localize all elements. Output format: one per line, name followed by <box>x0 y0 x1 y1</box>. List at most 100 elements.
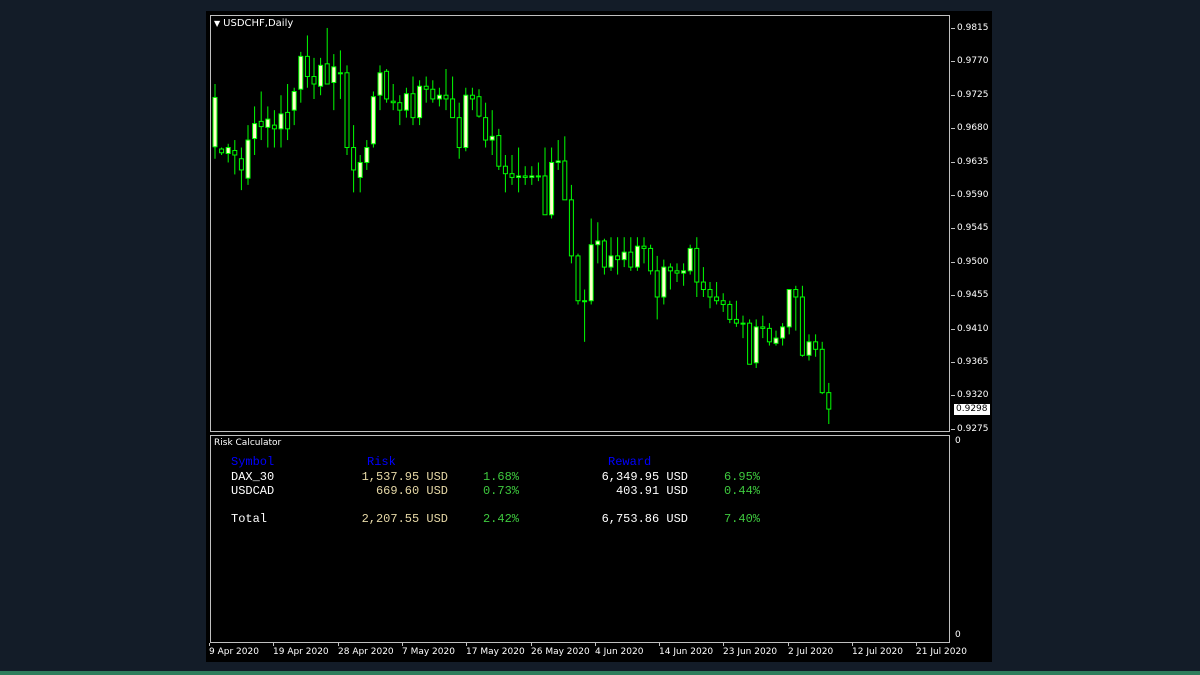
candle <box>370 91 376 148</box>
price-chart[interactable]: ▼ USDCHF,Daily <box>210 15 950 432</box>
price-label: 0.9770 <box>957 56 989 67</box>
candle <box>357 155 363 193</box>
total-risk-amount: 2,207.55 USD <box>361 512 448 526</box>
candle <box>740 315 746 339</box>
bear-candle-body <box>232 150 238 156</box>
bull-candle-body <box>377 72 383 96</box>
candle <box>634 237 640 271</box>
candle <box>694 237 700 297</box>
price-tick <box>951 28 955 29</box>
candle <box>469 87 475 111</box>
candle <box>318 57 324 96</box>
triangle-down-icon[interactable]: ▼ <box>214 19 220 28</box>
candle <box>351 125 357 193</box>
candle <box>819 341 825 395</box>
bull-candle-body <box>252 123 258 140</box>
bear-candle-body <box>568 199 574 257</box>
time-tick <box>466 643 467 646</box>
candle <box>681 263 687 286</box>
bear-candle-body <box>760 326 766 329</box>
price-scale[interactable]: 0.9298 0.9815 0.9770 0.9725 0.9680 0.9635 0.9… <box>951 15 992 435</box>
time-tick <box>723 643 724 646</box>
chart-symbol-title[interactable]: ▼ USDCHF,Daily <box>214 18 293 29</box>
candle <box>621 237 627 268</box>
bear-candle-body <box>522 175 528 178</box>
bear-candle-body <box>476 96 482 117</box>
bear-candle-body <box>648 247 654 272</box>
candle <box>733 300 739 327</box>
candle <box>232 140 238 175</box>
bear-candle-body <box>483 117 489 141</box>
row-risk-percent: 0.73% <box>482 484 519 498</box>
bull-candle-body <box>555 160 561 163</box>
candle <box>219 147 225 155</box>
candle <box>747 319 753 365</box>
candle <box>608 237 614 271</box>
bear-candle-body <box>766 327 772 343</box>
candle <box>780 323 786 346</box>
bear-candle-body <box>509 173 515 178</box>
time-label: 26 May 2020 <box>531 647 590 657</box>
bull-candle-body <box>278 113 284 130</box>
candle <box>344 65 350 155</box>
candle <box>707 282 713 309</box>
total-reward-amount: 6,753.86 USD <box>601 512 688 526</box>
candle <box>397 95 403 126</box>
candle <box>766 323 772 346</box>
price-label: 0.9410 <box>957 323 989 334</box>
price-tick <box>951 295 955 297</box>
candle <box>687 244 693 275</box>
bull-candle-body <box>516 175 522 178</box>
bear-candle-body <box>502 165 508 175</box>
time-tick <box>531 643 532 646</box>
time-tick <box>595 643 596 646</box>
candle <box>727 300 733 324</box>
header-reward: Reward <box>608 455 652 469</box>
bull-candle-body <box>634 245 640 268</box>
price-label: 0.9635 <box>957 156 989 167</box>
candle <box>813 334 819 357</box>
bull-candle-body <box>786 289 792 328</box>
time-label: 12 Jul 2020 <box>852 647 903 657</box>
price-tick <box>951 61 955 63</box>
bull-candle-body <box>417 85 423 119</box>
bear-candle-body <box>799 296 805 356</box>
bull-candle-body <box>265 118 271 128</box>
candle <box>476 89 482 118</box>
price-tick <box>951 94 955 96</box>
indicator-scale-top: 0 <box>955 436 961 446</box>
bear-candle-body <box>694 247 700 283</box>
candle <box>364 140 370 170</box>
bull-candle-body <box>549 161 555 216</box>
bull-candle-body <box>403 93 409 111</box>
candlestick-plot <box>212 27 832 425</box>
risk-calculator-window[interactable]: Risk Calculator <box>210 435 950 643</box>
time-label: 23 Jun 2020 <box>723 647 778 657</box>
header-risk: Risk <box>367 455 396 469</box>
bull-candle-body <box>357 161 363 178</box>
candle <box>582 289 588 342</box>
status-strip <box>0 671 1200 675</box>
bear-candle-body <box>733 318 739 324</box>
bear-candle-body <box>813 341 819 350</box>
candle <box>285 84 291 141</box>
candle <box>390 84 396 111</box>
bull-candle-body <box>595 240 601 246</box>
indicator-title: Risk Calculator <box>214 438 282 448</box>
bull-candle-body <box>582 300 588 303</box>
candle <box>760 315 766 339</box>
bear-candle-body <box>271 124 277 130</box>
bull-candle-body <box>331 66 337 84</box>
price-tick <box>951 428 955 430</box>
bear-candle-body <box>324 63 330 85</box>
candle <box>450 76 456 119</box>
bear-candle-body <box>423 85 429 90</box>
row-risk-percent: 1.68% <box>482 470 519 484</box>
time-tick <box>209 643 210 646</box>
price-tick <box>951 161 955 163</box>
candle <box>436 87 442 107</box>
row-reward-percent: 0.44% <box>723 484 760 498</box>
row-symbol: USDCAD <box>231 484 275 498</box>
bull-candle-body <box>661 266 667 298</box>
candle <box>588 218 594 305</box>
